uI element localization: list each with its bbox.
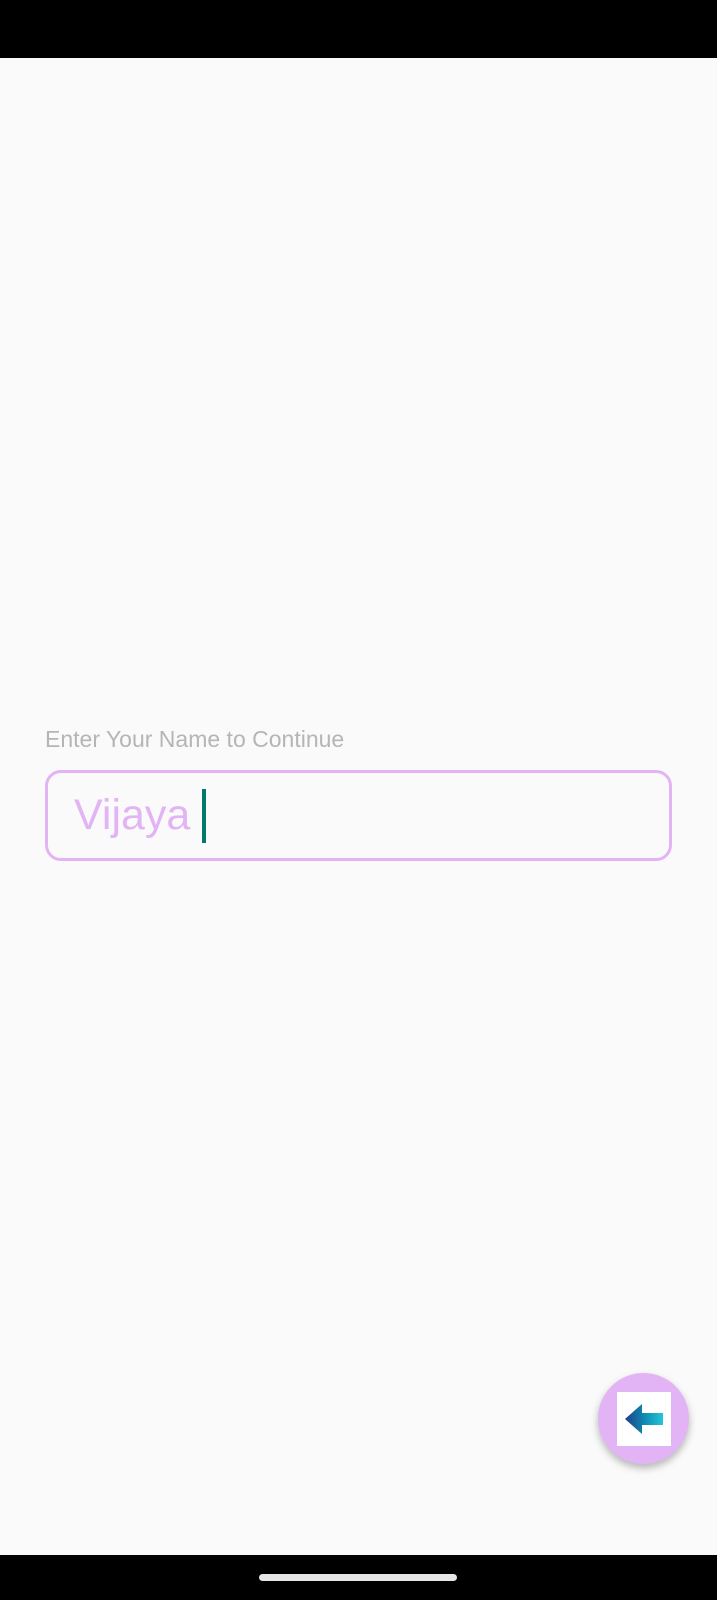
back-button[interactable] <box>598 1373 689 1464</box>
name-field-label: Enter Your Name to Continue <box>45 726 345 752</box>
name-input-value[interactable]: Vijaya <box>74 794 190 837</box>
status-bar <box>0 0 717 58</box>
arrow-left-icon <box>616 1391 671 1446</box>
text-cursor <box>202 788 207 843</box>
home-gesture-handle[interactable] <box>259 1574 457 1581</box>
name-input[interactable]: Vijaya <box>45 770 672 861</box>
